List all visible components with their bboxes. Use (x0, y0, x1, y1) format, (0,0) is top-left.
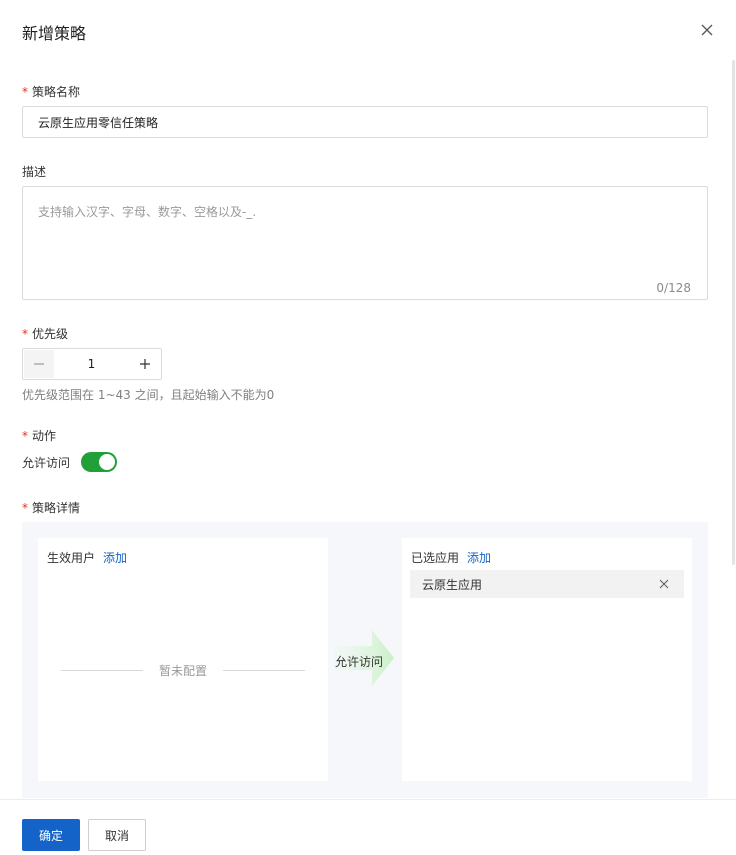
required-mark: * (22, 327, 28, 341)
description-textarea[interactable]: 支持输入汉字、字母、数字、空格以及-_. 0/128 (22, 186, 708, 300)
users-title: 生效用户 (47, 551, 96, 565)
required-mark: * (22, 429, 28, 443)
dialog-footer: 确定 取消 (0, 799, 736, 855)
detail-label-text: 策略详情 (32, 501, 81, 515)
description-placeholder: 支持输入汉字、字母、数字、空格以及-_. (38, 205, 257, 219)
toggle-label: 允许访问 (22, 455, 71, 470)
selected-app-name: 云原生应用 (422, 577, 483, 592)
policy-detail-area: 生效用户 添加 暂未配置 允许访问 已选应用 添加 云原生应用 (22, 522, 708, 798)
action-label: * 动作 (22, 427, 56, 444)
required-mark: * (22, 85, 28, 99)
name-label: * 策略名称 (22, 83, 80, 100)
arrow-label: 允许访问 (335, 655, 384, 669)
scrollbar-thumb[interactable] (732, 60, 735, 565)
toggle-knob (99, 454, 116, 470)
users-empty-state: 暂未配置 (61, 662, 306, 679)
increment-button[interactable] (129, 349, 161, 379)
dialog-title: 新增策略 (22, 24, 87, 43)
description-label: 描述 (22, 165, 47, 179)
policy-name-value: 云原生应用零信任策略 (38, 115, 159, 130)
users-panel: 生效用户 添加 暂未配置 (38, 538, 328, 781)
confirm-button[interactable]: 确定 (22, 819, 80, 851)
priority-stepper[interactable]: 1 (22, 348, 162, 380)
divider (61, 670, 143, 671)
minus-icon (34, 363, 44, 365)
cancel-button[interactable]: 取消 (88, 819, 146, 851)
priority-label-text: 优先级 (32, 327, 69, 341)
selected-app-chip: 云原生应用 (410, 570, 684, 598)
remove-icon[interactable] (658, 578, 670, 590)
priority-help-text: 优先级范围在 1~43 之间，且起始输入不能为0 (22, 388, 275, 402)
description-char-count: 0/128 (656, 281, 691, 295)
name-label-text: 策略名称 (32, 85, 81, 99)
required-mark: * (22, 501, 28, 515)
detail-label: * 策略详情 (22, 499, 80, 516)
apps-panel-header: 已选应用 添加 (411, 549, 491, 566)
allow-access-toggle[interactable] (81, 452, 118, 472)
close-icon[interactable] (700, 23, 714, 37)
plus-icon (140, 359, 150, 369)
empty-text: 暂未配置 (159, 664, 208, 678)
priority-value[interactable]: 1 (54, 357, 129, 371)
priority-label: * 优先级 (22, 325, 68, 342)
apps-title: 已选应用 (411, 551, 460, 565)
action-toggle-row: 允许访问 (22, 452, 118, 472)
apps-panel: 已选应用 添加 云原生应用 (402, 538, 692, 781)
policy-name-input[interactable]: 云原生应用零信任策略 (22, 106, 708, 138)
decrement-button[interactable] (24, 350, 54, 378)
add-users-link[interactable]: 添加 (103, 549, 127, 566)
add-apps-link[interactable]: 添加 (467, 549, 491, 566)
divider (223, 670, 306, 671)
action-label-text: 动作 (32, 429, 57, 443)
users-panel-header: 生效用户 添加 (47, 549, 127, 566)
